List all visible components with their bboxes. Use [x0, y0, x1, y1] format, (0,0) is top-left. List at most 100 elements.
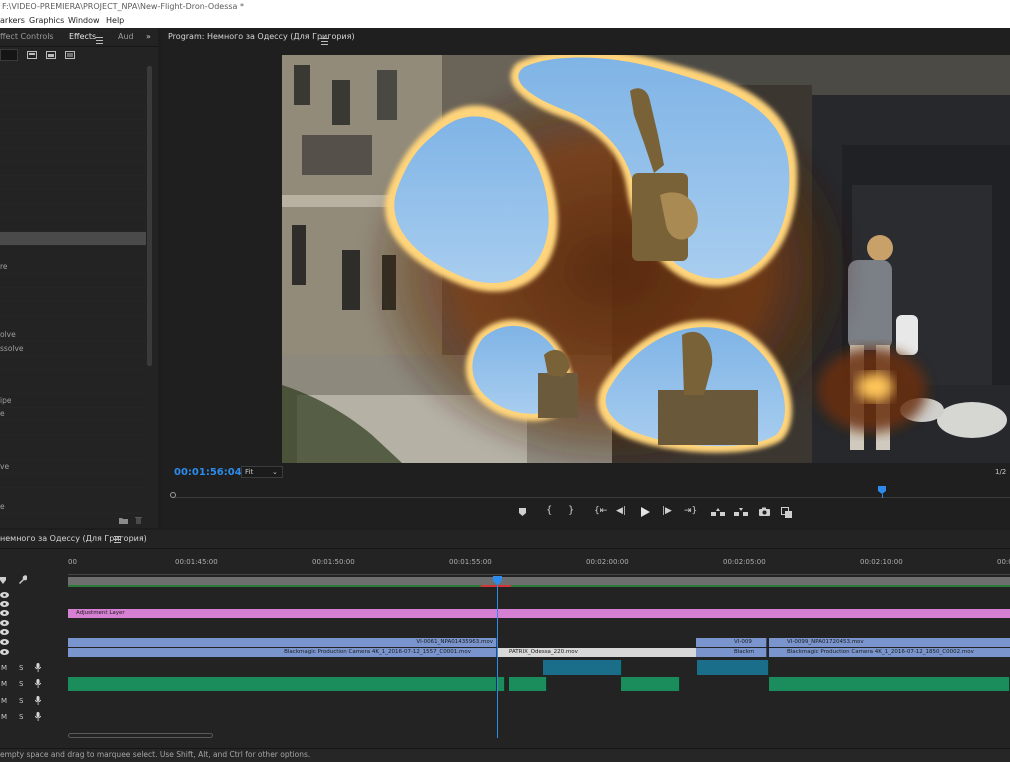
- play-icon[interactable]: [640, 507, 650, 517]
- work-area-bar[interactable]: [68, 577, 1010, 585]
- audio-clip[interactable]: [509, 677, 547, 691]
- mark-in-icon[interactable]: {: [546, 505, 552, 516]
- time-ruler[interactable]: 00 00:01:45:00 00:01:50:00 00:01:55:00 0…: [68, 552, 1010, 578]
- timeline-tracks[interactable]: Adjustment Layer VI-0061_NPA01435963.mov…: [68, 576, 1010, 738]
- video-clip[interactable]: Blackm: [696, 648, 767, 657]
- step-forward-icon[interactable]: |▶: [662, 506, 672, 516]
- eye-icon[interactable]: [0, 600, 9, 607]
- add-marker-icon[interactable]: [518, 507, 527, 517]
- audio-clip[interactable]: [543, 660, 622, 675]
- microphone-icon[interactable]: [34, 663, 42, 672]
- list-item[interactable]: [0, 302, 146, 316]
- video-clip[interactable]: Blackmagic Production Camera 4K_1_2016-0…: [769, 648, 1010, 657]
- video-clip[interactable]: VI-0099_NPA01720453.mov: [769, 638, 1010, 647]
- menu-markers[interactable]: arkers: [0, 14, 25, 28]
- list-item[interactable]: [0, 474, 146, 488]
- new-bin-icon[interactable]: [119, 517, 128, 524]
- menu-help[interactable]: Help: [106, 14, 124, 28]
- list-item[interactable]: [0, 106, 146, 120]
- list-item[interactable]: [0, 356, 146, 370]
- solo-button[interactable]: S: [19, 680, 23, 688]
- delete-icon[interactable]: [135, 516, 142, 524]
- list-item[interactable]: [0, 176, 146, 190]
- microphone-icon[interactable]: [34, 696, 42, 705]
- audio-clip[interactable]: [497, 677, 505, 691]
- snap-icon[interactable]: [0, 576, 6, 584]
- 32-bit-effects-icon[interactable]: [46, 50, 56, 59]
- tab-sequence[interactable]: немного за Одессу (Для Григория): [0, 534, 147, 543]
- solo-button[interactable]: S: [19, 664, 23, 672]
- list-item[interactable]: olve: [0, 328, 146, 342]
- program-timecode[interactable]: 00:01:56:04: [174, 467, 242, 478]
- list-item[interactable]: [0, 64, 146, 78]
- solo-button[interactable]: S: [19, 697, 23, 705]
- list-item[interactable]: [0, 421, 146, 435]
- list-item[interactable]: [0, 120, 146, 134]
- mute-button[interactable]: M: [1, 713, 7, 721]
- video-clip[interactable]: VI-009: [696, 638, 767, 647]
- double-chevron-right-icon[interactable]: »: [146, 28, 151, 46]
- mute-button[interactable]: M: [1, 680, 7, 688]
- resolution-select[interactable]: 1/2: [995, 468, 1006, 476]
- go-to-out-icon[interactable]: ⇥}: [684, 506, 697, 516]
- list-item[interactable]: [0, 148, 146, 162]
- adjustment-layer-clip[interactable]: Adjustment Layer: [68, 609, 1010, 618]
- zoom-handle[interactable]: [170, 492, 176, 498]
- playhead-line[interactable]: [497, 578, 498, 738]
- list-item[interactable]: [0, 190, 146, 204]
- eye-icon[interactable]: [0, 619, 9, 626]
- list-item[interactable]: [0, 446, 146, 460]
- video-clip-selected[interactable]: PATRIX_Odessa_220.mov: [497, 648, 697, 657]
- eye-icon[interactable]: [0, 609, 9, 616]
- eye-icon[interactable]: [0, 648, 9, 655]
- program-scrubber[interactable]: [170, 486, 1010, 498]
- eye-icon[interactable]: [0, 638, 9, 645]
- list-item[interactable]: [0, 204, 146, 218]
- list-item[interactable]: e: [0, 407, 146, 421]
- list-item[interactable]: [0, 78, 146, 92]
- playhead-marker-icon[interactable]: [878, 486, 886, 494]
- step-back-icon[interactable]: ◀|: [616, 506, 626, 516]
- list-item[interactable]: re: [0, 260, 146, 274]
- effects-scrollbar[interactable]: [147, 66, 152, 366]
- mute-button[interactable]: M: [1, 664, 7, 672]
- list-item[interactable]: [0, 92, 146, 106]
- mute-button[interactable]: M: [1, 697, 7, 705]
- microphone-icon[interactable]: [34, 712, 42, 721]
- wrench-icon[interactable]: [18, 575, 28, 584]
- audio-clip[interactable]: [68, 677, 497, 691]
- fit-dropdown[interactable]: Fit ⌄: [241, 466, 283, 478]
- list-item[interactable]: [0, 134, 146, 148]
- list-item[interactable]: [0, 162, 146, 176]
- list-item[interactable]: ssolve: [0, 342, 146, 356]
- menu-graphics[interactable]: Graphics: [29, 14, 64, 28]
- lift-icon[interactable]: [711, 507, 725, 517]
- list-item[interactable]: [0, 274, 146, 288]
- program-video-frame[interactable]: [282, 55, 1010, 463]
- list-item[interactable]: ve: [0, 460, 146, 474]
- audio-clip[interactable]: [697, 660, 769, 675]
- export-frame-camera-icon[interactable]: [759, 507, 770, 517]
- panel-menu-icon[interactable]: [96, 33, 103, 44]
- extract-icon[interactable]: [734, 507, 748, 517]
- video-clip[interactable]: VI-0061_NPA01435963.mov: [68, 638, 497, 647]
- list-item[interactable]: [0, 380, 146, 394]
- audio-clip[interactable]: [769, 677, 1010, 691]
- comparison-view-icon[interactable]: [781, 507, 793, 518]
- panel-menu-icon[interactable]: [321, 34, 328, 45]
- solo-button[interactable]: S: [19, 713, 23, 721]
- list-item[interactable]: ipe: [0, 394, 146, 408]
- go-to-in-icon[interactable]: {⇤: [594, 506, 607, 516]
- eye-icon[interactable]: [0, 628, 9, 635]
- tab-audio[interactable]: Aud: [118, 28, 134, 46]
- video-clip[interactable]: Blackmagic Production Camera 4K_1_2016-0…: [68, 648, 497, 657]
- tab-effect-controls[interactable]: ffect Controls: [0, 28, 54, 46]
- list-item[interactable]: [0, 288, 146, 302]
- accelerated-effects-icon[interactable]: [27, 50, 37, 59]
- timeline-zoom-scrollbar[interactable]: [68, 733, 213, 738]
- panel-menu-icon[interactable]: [114, 536, 121, 543]
- playhead-handle-icon[interactable]: [493, 576, 502, 585]
- eye-icon[interactable]: [0, 591, 9, 598]
- audio-clip[interactable]: [621, 677, 680, 691]
- effects-search-input[interactable]: [0, 49, 18, 61]
